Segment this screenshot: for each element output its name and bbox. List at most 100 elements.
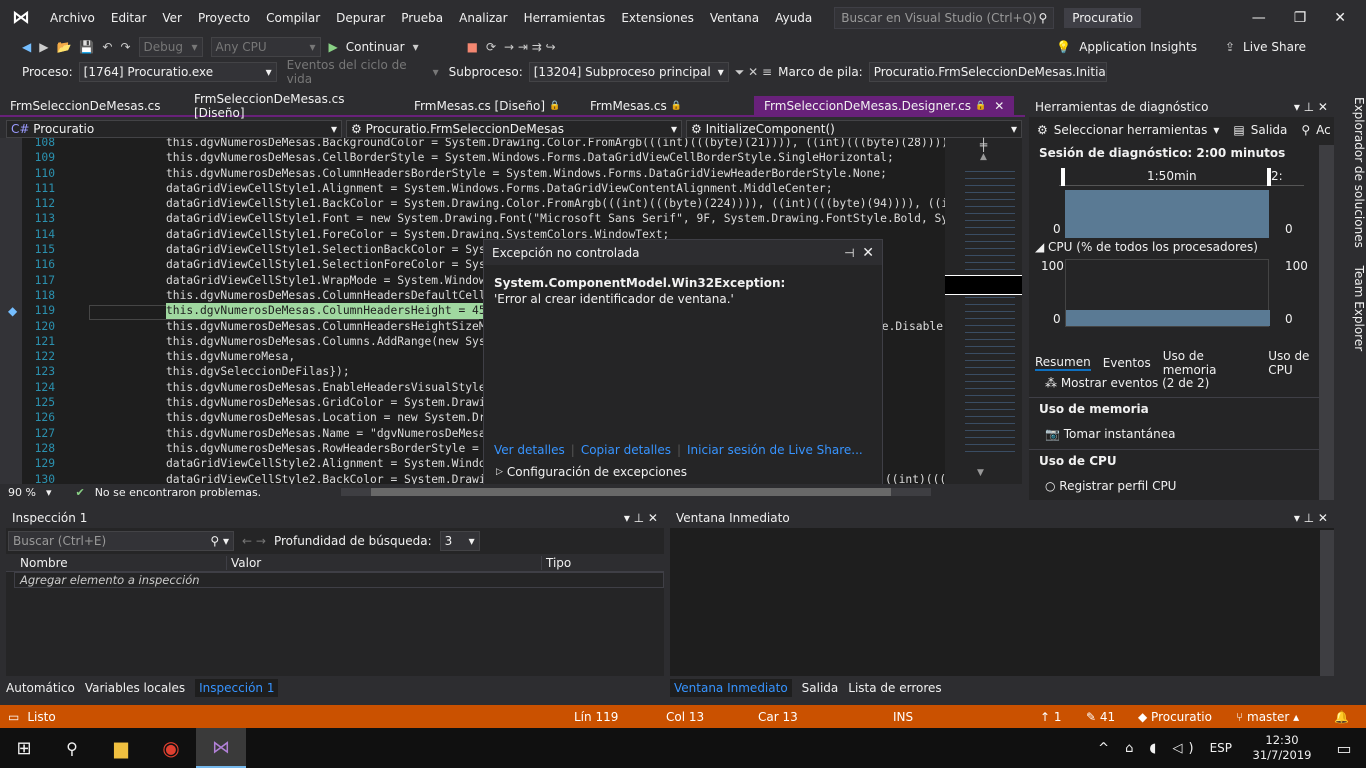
tray-icons[interactable]: ^ ⌂ ◖ ◁)	[1098, 741, 1199, 756]
snapshot-button[interactable]: 📷 Tomar instantánea	[1045, 427, 1175, 441]
menu-archivo[interactable]: Archivo	[42, 11, 103, 25]
start-icon[interactable]: ⊞	[0, 738, 48, 759]
document-tab[interactable]: FrmMesas.cs 🔒	[580, 96, 750, 116]
document-tab[interactable]: FrmSeleccionDeMesas.cs [Diseño]	[184, 92, 400, 120]
panel-controls[interactable]: ▾ ⊥ ✕	[624, 511, 658, 525]
step-icons[interactable]: → ⇥ ⇉ ↪	[504, 40, 556, 54]
panel-controls[interactable]: ▾ ⊥ ✕	[1294, 100, 1328, 114]
app-insights-button[interactable]: Application Insights	[1079, 40, 1197, 54]
select-tools-button[interactable]: Seleccionar herramientas	[1054, 123, 1208, 137]
team-explorer-tab[interactable]: Team Explorer	[1352, 266, 1366, 352]
thread-select[interactable]: [13204] Subproceso principal ▾	[528, 62, 729, 82]
forward-icon[interactable]: ▶	[39, 40, 48, 54]
copy-details-link[interactable]: Copiar detalles	[581, 443, 671, 457]
chrome-icon[interactable]: ◉	[146, 736, 196, 760]
config-select[interactable]: Debug ▾	[138, 36, 203, 57]
menu-proyecto[interactable]: Proyecto	[190, 11, 258, 25]
visual-studio-icon[interactable]: ⋈	[196, 728, 246, 768]
immediate-scrollbar[interactable]	[1320, 530, 1334, 676]
split-icon[interactable]: ╪	[945, 138, 1022, 152]
watch-search-input[interactable]: Buscar (Ctrl+E) ⚲ ▾	[8, 531, 234, 551]
changes-button[interactable]: ✎ 41	[1086, 710, 1115, 724]
issues-status[interactable]: No se encontraron problemas.	[95, 486, 261, 499]
horizontal-scrollbar[interactable]	[341, 488, 932, 496]
platform-select[interactable]: Any CPU ▾	[210, 36, 321, 57]
nav-arrows-icon[interactable]: ← →	[242, 534, 266, 548]
live-share-button[interactable]: Live Share	[1243, 40, 1306, 54]
back-icon[interactable]: ◀	[22, 40, 31, 54]
close-window-button[interactable]: ✕	[1334, 10, 1346, 26]
notifications-icon[interactable]: 🔔	[1334, 710, 1349, 724]
restart-icon[interactable]: ⟳	[486, 40, 496, 54]
menu-depurar[interactable]: Depurar	[328, 11, 393, 25]
diag-tab[interactable]: Uso de memoria	[1163, 349, 1257, 377]
search-box[interactable]: Buscar en Visual Studio (Ctrl+Q) ⚲	[834, 6, 1055, 29]
document-tab[interactable]: FrmSeleccionDeMesas.Designer.cs 🔒 ✕	[754, 96, 1014, 116]
code-text: this.dgvNumerosDeMesas.GridColor = Syste…	[166, 396, 500, 410]
continue-button[interactable]: Continuar	[346, 40, 405, 54]
add-watch-item[interactable]: Agregar elemento a inspección	[14, 572, 664, 588]
menu-ver[interactable]: Ver	[154, 11, 190, 25]
push-button[interactable]: ↑ 1	[1040, 710, 1062, 724]
search-icon[interactable]: ⚲	[48, 739, 96, 758]
clock[interactable]: 12:30 31/7/2019	[1242, 733, 1322, 763]
output-button[interactable]: Salida	[1251, 123, 1288, 137]
lifecycle-events[interactable]: Eventos del ciclo de vida ▾	[283, 58, 443, 86]
line-number: 120	[34, 319, 55, 333]
menu-editar[interactable]: Editar	[103, 11, 155, 25]
pin-icon[interactable]: ⊣	[844, 246, 854, 260]
diag-scrollbar[interactable]	[1319, 145, 1334, 500]
show-events-link[interactable]: ⁂ Mostrar eventos (2 de 2)	[1045, 376, 1209, 390]
close-exception-icon[interactable]: ✕	[862, 245, 874, 261]
live-share-session-link[interactable]: Iniciar sesión de Live Share...	[687, 443, 863, 457]
save-icon[interactable]: 💾	[79, 40, 94, 54]
panel-controls[interactable]: ▾ ⊥ ✕	[1294, 511, 1328, 525]
menu-compilar[interactable]: Compilar	[258, 11, 328, 25]
stop-icon[interactable]: ■	[467, 40, 478, 54]
watch-bottom-tab[interactable]: Automático	[6, 681, 75, 695]
open-icon[interactable]: 📂	[56, 40, 71, 54]
view-details-link[interactable]: Ver detalles	[494, 443, 565, 457]
language-indicator[interactable]: ESP	[1210, 741, 1232, 755]
file-explorer-icon[interactable]: ▆	[96, 738, 146, 759]
action-center-icon[interactable]: ▭	[1322, 739, 1366, 758]
menu-herramientas[interactable]: Herramientas	[516, 11, 614, 25]
exception-settings-expander[interactable]: ▷ Configuración de excepciones	[496, 465, 687, 479]
redo-icon[interactable]: ↷	[120, 40, 130, 54]
scroll-up-icon[interactable]: ▲	[945, 152, 1022, 162]
timeline-ruler[interactable]: 1:50min 2:	[1059, 168, 1304, 186]
stack-frame-select[interactable]: Procuratio.FrmSeleccionDeMesas.Initializ…	[868, 62, 1107, 82]
member-select[interactable]: ⚙ InitializeComponent() ▾	[686, 119, 1022, 138]
immediate-bottom-tab[interactable]: Ventana Inmediato	[670, 679, 792, 697]
scroll-down-icon[interactable]: ▼	[977, 468, 984, 478]
solution-explorer-tab[interactable]: Explorador de soluciones	[1352, 97, 1366, 248]
immediate-bottom-tab[interactable]: Salida	[802, 681, 839, 695]
project-select[interactable]: C# Procuratio ▾	[6, 119, 342, 138]
document-tab[interactable]: FrmSeleccionDeMesas.cs	[0, 96, 180, 116]
process-select[interactable]: [1764] Procuratio.exe ▾	[78, 62, 277, 82]
code-minimap[interactable]: ╪ ▲ ▼	[945, 138, 1022, 484]
menu-prueba[interactable]: Prueba	[393, 11, 451, 25]
zoom-select[interactable]: 90 %	[8, 486, 36, 499]
filter-icon[interactable]: ⏷ ✕ ≡	[735, 65, 772, 80]
menu-analizar[interactable]: Analizar	[451, 11, 515, 25]
menu-extensiones[interactable]: Extensiones	[613, 11, 702, 25]
undo-icon[interactable]: ↶	[102, 40, 112, 54]
diag-tab[interactable]: Resumen	[1035, 355, 1091, 371]
immediate-bottom-tab[interactable]: Lista de errores	[848, 681, 941, 695]
class-select[interactable]: ⚙ Procuratio.FrmSeleccionDeMesas ▾	[346, 119, 682, 138]
minimize-button[interactable]: —	[1252, 10, 1266, 26]
watch-bottom-tab[interactable]: Inspección 1	[195, 679, 279, 697]
depth-select[interactable]: 3 ▾	[439, 531, 480, 551]
close-tab-icon[interactable]: ✕	[994, 99, 1004, 113]
branch-button[interactable]: ⑂ master ▴	[1236, 710, 1299, 724]
repo-button[interactable]: ◆ Procuratio	[1138, 710, 1212, 724]
diag-tab[interactable]: Eventos	[1103, 356, 1151, 370]
restore-button[interactable]: ❐	[1294, 10, 1307, 26]
watch-bottom-tab[interactable]: Variables locales	[85, 681, 185, 695]
immediate-window[interactable]: Ventana Inmediato ▾ ⊥ ✕	[670, 508, 1334, 676]
document-tab[interactable]: FrmMesas.cs [Diseño] 🔒	[404, 96, 576, 116]
record-cpu-profile-button[interactable]: ○ Registrar perfil CPU	[1045, 479, 1176, 493]
menu-ayuda[interactable]: Ayuda	[767, 11, 820, 25]
menu-ventana[interactable]: Ventana	[702, 11, 767, 25]
